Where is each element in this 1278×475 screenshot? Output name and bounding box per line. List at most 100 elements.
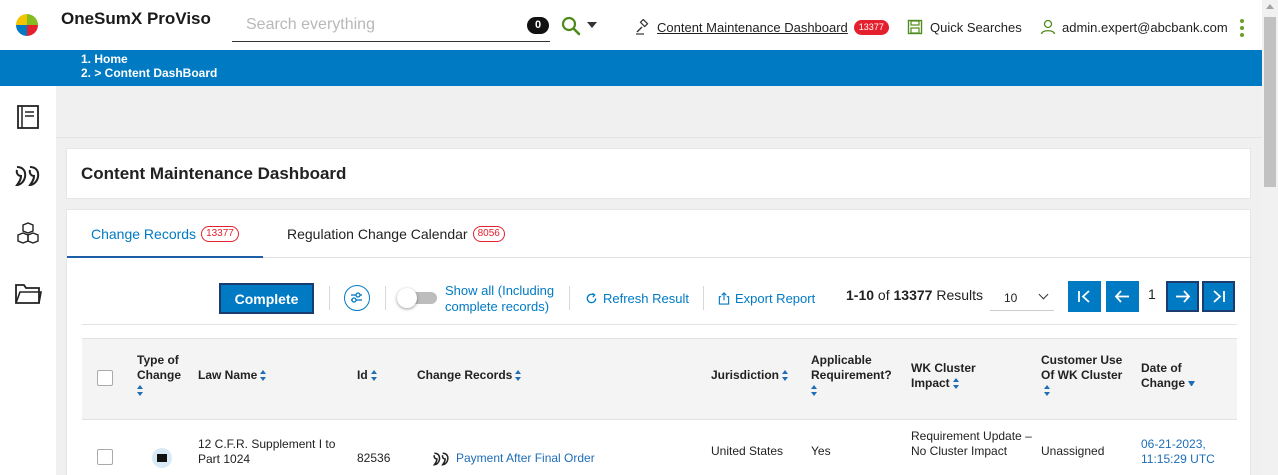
refresh-result-label: Refresh Result — [603, 291, 689, 306]
select-all-checkbox[interactable] — [97, 370, 113, 386]
arrow-left-icon — [1114, 290, 1129, 303]
refresh-result-button[interactable]: Refresh Result — [585, 291, 689, 306]
column-date-of-change[interactable]: Date of Change — [1141, 361, 1211, 391]
show-all-toggle[interactable] — [397, 288, 437, 308]
page-size-select[interactable]: 10 — [990, 285, 1054, 311]
column-type-of-change[interactable]: Type of Change — [137, 353, 192, 398]
column-change-records-label: Change Records — [417, 368, 513, 382]
cubes-icon[interactable] — [14, 221, 42, 249]
page-title: Content Maintenance Dashboard — [81, 164, 347, 183]
quote-icon[interactable] — [14, 161, 42, 189]
app-title[interactable]: OneSumX ProViso — [61, 9, 211, 29]
left-sidebar — [0, 86, 56, 475]
column-change-records[interactable]: Change Records — [417, 368, 522, 383]
cell-law-name: 12 C.F.R. Supplement I to Part 1024 — [198, 437, 336, 466]
first-page-button[interactable] — [1068, 281, 1101, 312]
header-spacer — [56, 86, 1262, 138]
user-menu[interactable]: admin.expert@abcbank.com — [1040, 19, 1228, 35]
results-suffix: Results — [936, 287, 984, 303]
global-search: 0 — [232, 12, 550, 42]
save-disk-icon — [907, 19, 923, 35]
column-wk-cluster-impact[interactable]: WK Cluster Impact — [911, 361, 986, 391]
table-header: Type of Change Law Name Id Change Record… — [82, 338, 1237, 420]
export-icon — [718, 292, 730, 305]
cell-applicable: Yes — [811, 444, 831, 458]
toolbar-divider — [569, 286, 570, 310]
sort-icon[interactable] — [260, 369, 267, 382]
tab-regulation-calendar-count: 8056 — [472, 226, 505, 242]
search-icon[interactable] — [561, 16, 581, 36]
toolbar-divider — [385, 286, 386, 310]
scroll-up-arrow-icon[interactable] — [1266, 4, 1274, 9]
results-range: 1-10 — [846, 287, 875, 303]
row-checkbox[interactable] — [97, 449, 113, 465]
search-options-chevron-down-icon[interactable] — [587, 22, 597, 28]
column-applicable-requirement[interactable]: Applicable Requirement? — [811, 353, 901, 398]
sort-icon[interactable] — [515, 369, 522, 382]
cell-date-of-change[interactable]: 06-21-2023, 11:15:29 UTC — [1141, 437, 1221, 467]
refresh-icon — [586, 292, 597, 304]
cell-change-record[interactable]: Payment After Final Order — [433, 451, 595, 466]
tab-change-records-count: 13377 — [201, 226, 239, 242]
results-summary: 1-10 of 13377 Results — [846, 287, 983, 303]
tab-regulation-change-calendar[interactable]: Regulation Change Calendar 8056 — [287, 226, 505, 242]
first-page-icon — [1078, 290, 1090, 303]
column-id[interactable]: Id — [357, 368, 378, 383]
breadcrumb: 1. Home 2. > Content DashBoard — [0, 50, 1262, 86]
search-count-badge: 0 — [527, 17, 549, 34]
arrow-right-icon — [1176, 290, 1191, 303]
breadcrumb-content-dashboard[interactable]: 2. > Content DashBoard — [81, 66, 217, 80]
sliders-icon — [351, 292, 362, 303]
column-applicable-label: Applicable Requirement? — [811, 353, 892, 382]
sort-icon[interactable] — [137, 384, 144, 397]
sort-icon[interactable] — [952, 377, 960, 390]
breadcrumb-home[interactable]: 1. Home — [81, 52, 128, 66]
toolbar-divider — [703, 286, 704, 310]
tab-regulation-calendar-label: Regulation Change Calendar — [287, 226, 468, 242]
sort-icon[interactable] — [1044, 384, 1051, 397]
tab-bar: Change Records 13377 Regulation Change C… — [67, 210, 1252, 258]
column-law-name[interactable]: Law Name — [198, 368, 267, 383]
tab-change-records[interactable]: Change Records 13377 — [91, 226, 239, 242]
change-record-link[interactable]: Payment After Final Order — [456, 451, 595, 466]
sort-desc-icon[interactable] — [1188, 380, 1196, 387]
column-customer-use[interactable]: Customer Use Of WK Cluster — [1041, 353, 1131, 398]
more-options-icon[interactable] — [1240, 19, 1244, 37]
toggle-knob — [397, 288, 417, 308]
export-report-button[interactable]: Export Report — [718, 291, 815, 306]
previous-page-button[interactable] — [1106, 281, 1139, 312]
filter-settings-button[interactable] — [344, 285, 370, 311]
results-total: 13377 — [893, 287, 933, 303]
folder-icon[interactable] — [14, 279, 42, 307]
next-page-button[interactable] — [1166, 281, 1199, 312]
sort-icon[interactable] — [811, 384, 818, 397]
dashboard-link-label: Content Maintenance Dashboard — [657, 19, 848, 35]
sort-icon[interactable] — [782, 369, 789, 382]
top-bar: OneSumX ProViso 0 Content Maintenance Da… — [0, 0, 1262, 50]
column-jurisdiction[interactable]: Jurisdiction — [711, 368, 789, 383]
show-all-label[interactable]: Show all (Including complete records) — [445, 283, 565, 315]
column-wk-cluster-label: WK Cluster Impact — [911, 361, 976, 390]
results-of: of — [877, 287, 890, 303]
quick-searches-button[interactable]: Quick Searches — [907, 19, 1022, 35]
column-type-label: Type of Change — [137, 353, 182, 382]
content-maintenance-dashboard-link[interactable]: Content Maintenance Dashboard 13377 — [635, 19, 889, 35]
dashboard-count-badge: 13377 — [853, 19, 889, 35]
scrollbar-thumb[interactable] — [1264, 17, 1276, 187]
last-page-icon — [1213, 290, 1225, 303]
page-size-value: 10 — [1004, 291, 1018, 305]
current-page-number: 1 — [1148, 286, 1156, 302]
complete-button[interactable]: Complete — [219, 283, 314, 314]
sort-icon[interactable] — [370, 369, 378, 382]
column-id-label: Id — [357, 368, 368, 382]
app-logo-icon[interactable] — [16, 14, 38, 36]
cell-id: 82536 — [357, 451, 391, 465]
search-input[interactable] — [246, 16, 516, 34]
notebook-icon[interactable] — [14, 103, 42, 131]
page-title-card: Content Maintenance Dashboard — [66, 148, 1251, 199]
toolbar-divider-line — [82, 324, 1237, 325]
change-records-panel: Change Records 13377 Regulation Change C… — [66, 209, 1252, 475]
user-icon — [1040, 19, 1056, 35]
last-page-button[interactable] — [1202, 281, 1235, 312]
results-toolbar: Complete Show all (Including complete re… — [67, 258, 1252, 326]
